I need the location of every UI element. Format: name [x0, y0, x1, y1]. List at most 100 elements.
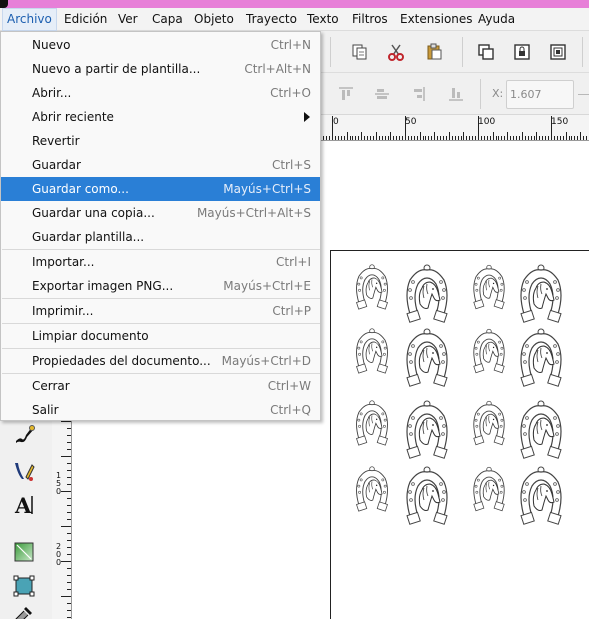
toolbox: A	[0, 421, 52, 619]
horseshoe-horse-icon[interactable]	[470, 466, 508, 517]
toolbar-separator	[330, 37, 331, 67]
vruler-tick	[67, 582, 71, 583]
ruler-tick	[370, 136, 371, 140]
ruler-tick	[413, 136, 415, 140]
horseshoe-horse-icon[interactable]	[516, 466, 566, 531]
vruler-tick	[61, 491, 71, 492]
menu-item-limpiar-documento[interactable]: Limpiar documento	[1, 324, 320, 348]
ruler-tick	[530, 136, 532, 140]
horseshoe-horse-icon[interactable]	[470, 264, 508, 315]
align-center-icon[interactable]	[370, 82, 394, 106]
menu-ayuda[interactable]: Ayuda	[474, 8, 519, 31]
ruler-tick	[583, 136, 585, 140]
menu-ver[interactable]: Ver	[114, 8, 142, 31]
horseshoe-horse-icon[interactable]	[470, 400, 508, 451]
menu-item-exportar-png[interactable]: Exportar imagen PNG... Mayús+Ctrl+E	[1, 274, 320, 298]
horseshoe-horse-icon[interactable]	[402, 466, 452, 531]
horseshoe-horse-icon[interactable]	[352, 400, 392, 451]
menu-item-salir[interactable]: Salir Ctrl+Q	[1, 398, 320, 422]
menu-filtros[interactable]: Filtros	[348, 8, 392, 31]
horseshoe-horse-icon[interactable]	[402, 328, 452, 393]
menu-item-abrir-reciente[interactable]: Abrir reciente	[1, 105, 320, 129]
menu-item-guardar-copia[interactable]: Guardar una copia... Mayús+Ctrl+Alt+S	[1, 201, 320, 225]
gradient-tool-icon[interactable]	[10, 538, 38, 566]
menu-archivo[interactable]: Archivo	[2, 8, 57, 31]
vruler-tick	[67, 449, 71, 450]
dropper-icon[interactable]	[10, 601, 38, 619]
menu-trayecto[interactable]: Trayecto	[242, 8, 301, 31]
ruler-tick	[562, 136, 564, 140]
menu-item-cerrar[interactable]: Cerrar Ctrl+W	[1, 374, 320, 398]
align-bottom-icon[interactable]	[444, 82, 468, 106]
group-icon[interactable]	[474, 40, 498, 64]
ruler-tick	[539, 136, 541, 140]
align-top-icon[interactable]	[334, 82, 358, 106]
menu-edicion[interactable]: Edición	[60, 8, 111, 31]
menu-item-propiedades[interactable]: Propiedades del documento... Mayús+Ctrl+D	[1, 349, 320, 373]
horseshoe-horse-icon[interactable]	[516, 328, 566, 393]
menu-item-nuevo[interactable]: Nuevo Ctrl+N	[1, 33, 320, 57]
vruler-tick	[67, 484, 71, 485]
ruler-tick	[548, 136, 550, 140]
ruler-tick	[419, 132, 421, 140]
vruler-tick	[61, 561, 71, 562]
paste-icon[interactable]	[422, 40, 446, 64]
menu-item-abrir[interactable]: Abrir... Ctrl+O	[1, 81, 320, 105]
menu-extensiones[interactable]: Extensiones	[396, 8, 477, 31]
menu-item-imprimir[interactable]: Imprimir... Ctrl+P	[1, 299, 320, 323]
x-decrement-button[interactable]	[578, 94, 589, 95]
ruler-tick	[536, 132, 538, 140]
ruler-tick	[501, 136, 503, 140]
horseshoe-horse-icon[interactable]	[470, 328, 508, 379]
menu-item-nuevo-plantilla[interactable]: Nuevo a partir de plantilla... Ctrl+Alt+N	[1, 57, 320, 81]
vruler-tick	[67, 540, 71, 541]
vruler-tick	[67, 463, 71, 464]
ruler-tick	[466, 136, 468, 140]
ruler-tick	[463, 132, 465, 140]
mesh-tool-icon[interactable]	[10, 572, 38, 600]
horseshoe-horse-icon[interactable]	[402, 400, 452, 465]
horseshoe-horse-icon[interactable]	[516, 400, 566, 465]
menu-item-guardar-plantilla[interactable]: Guardar plantilla...	[1, 225, 320, 249]
horseshoe-horse-icon[interactable]	[352, 328, 392, 379]
file-menu-dropdown: Nuevo Ctrl+N Nuevo a partir de plantilla.…	[0, 31, 321, 421]
ruler-tick	[524, 136, 526, 140]
ruler-tick	[489, 136, 491, 140]
ruler-tick	[384, 136, 386, 140]
ruler-tick	[407, 136, 409, 140]
unlock-icon[interactable]	[546, 40, 570, 64]
menu-item-guardar-como[interactable]: Guardar como... Mayús+Ctrl+S	[1, 177, 320, 201]
text-tool-icon[interactable]: A	[10, 491, 38, 519]
calligraphy-icon[interactable]	[10, 421, 38, 449]
horseshoe-horse-icon[interactable]	[516, 264, 566, 329]
menu-item-revertir[interactable]: Revertir	[1, 129, 320, 153]
ruler-tick	[457, 136, 459, 140]
align-right-icon[interactable]	[406, 82, 430, 106]
ruler-tick	[332, 116, 333, 140]
menu-texto[interactable]: Texto	[303, 8, 343, 31]
vruler-tick	[67, 547, 71, 548]
menu-item-guardar[interactable]: Guardar Ctrl+S	[1, 153, 320, 177]
ruler-tick	[513, 136, 514, 140]
bezier-pen-icon[interactable]	[10, 457, 38, 485]
lock-icon[interactable]	[510, 40, 534, 64]
menu-objeto[interactable]: Objeto	[190, 8, 238, 31]
horseshoe-horse-icon[interactable]	[352, 264, 392, 315]
ruler-tick	[443, 136, 444, 140]
ruler-tick	[571, 136, 573, 140]
ruler-tick	[480, 136, 482, 140]
copy-icon[interactable]	[348, 40, 372, 64]
ruler-label-150: 150	[551, 117, 569, 127]
x-coordinate-input[interactable]: 1.607	[506, 80, 574, 109]
cut-icon[interactable]	[384, 40, 408, 64]
ruler-tick	[551, 116, 552, 140]
ruler-tick	[478, 116, 479, 140]
ruler-tick	[460, 136, 462, 140]
horseshoe-horse-icon[interactable]	[402, 264, 452, 329]
menu-item-importar[interactable]: Importar... Ctrl+I	[1, 250, 320, 274]
vertical-ruler: 1 5 0 2 0 0	[52, 421, 72, 619]
vruler-tick	[67, 533, 71, 534]
horseshoe-horse-icon[interactable]	[352, 466, 392, 517]
menu-capa[interactable]: Capa	[148, 8, 187, 31]
ruler-tick	[428, 136, 430, 140]
